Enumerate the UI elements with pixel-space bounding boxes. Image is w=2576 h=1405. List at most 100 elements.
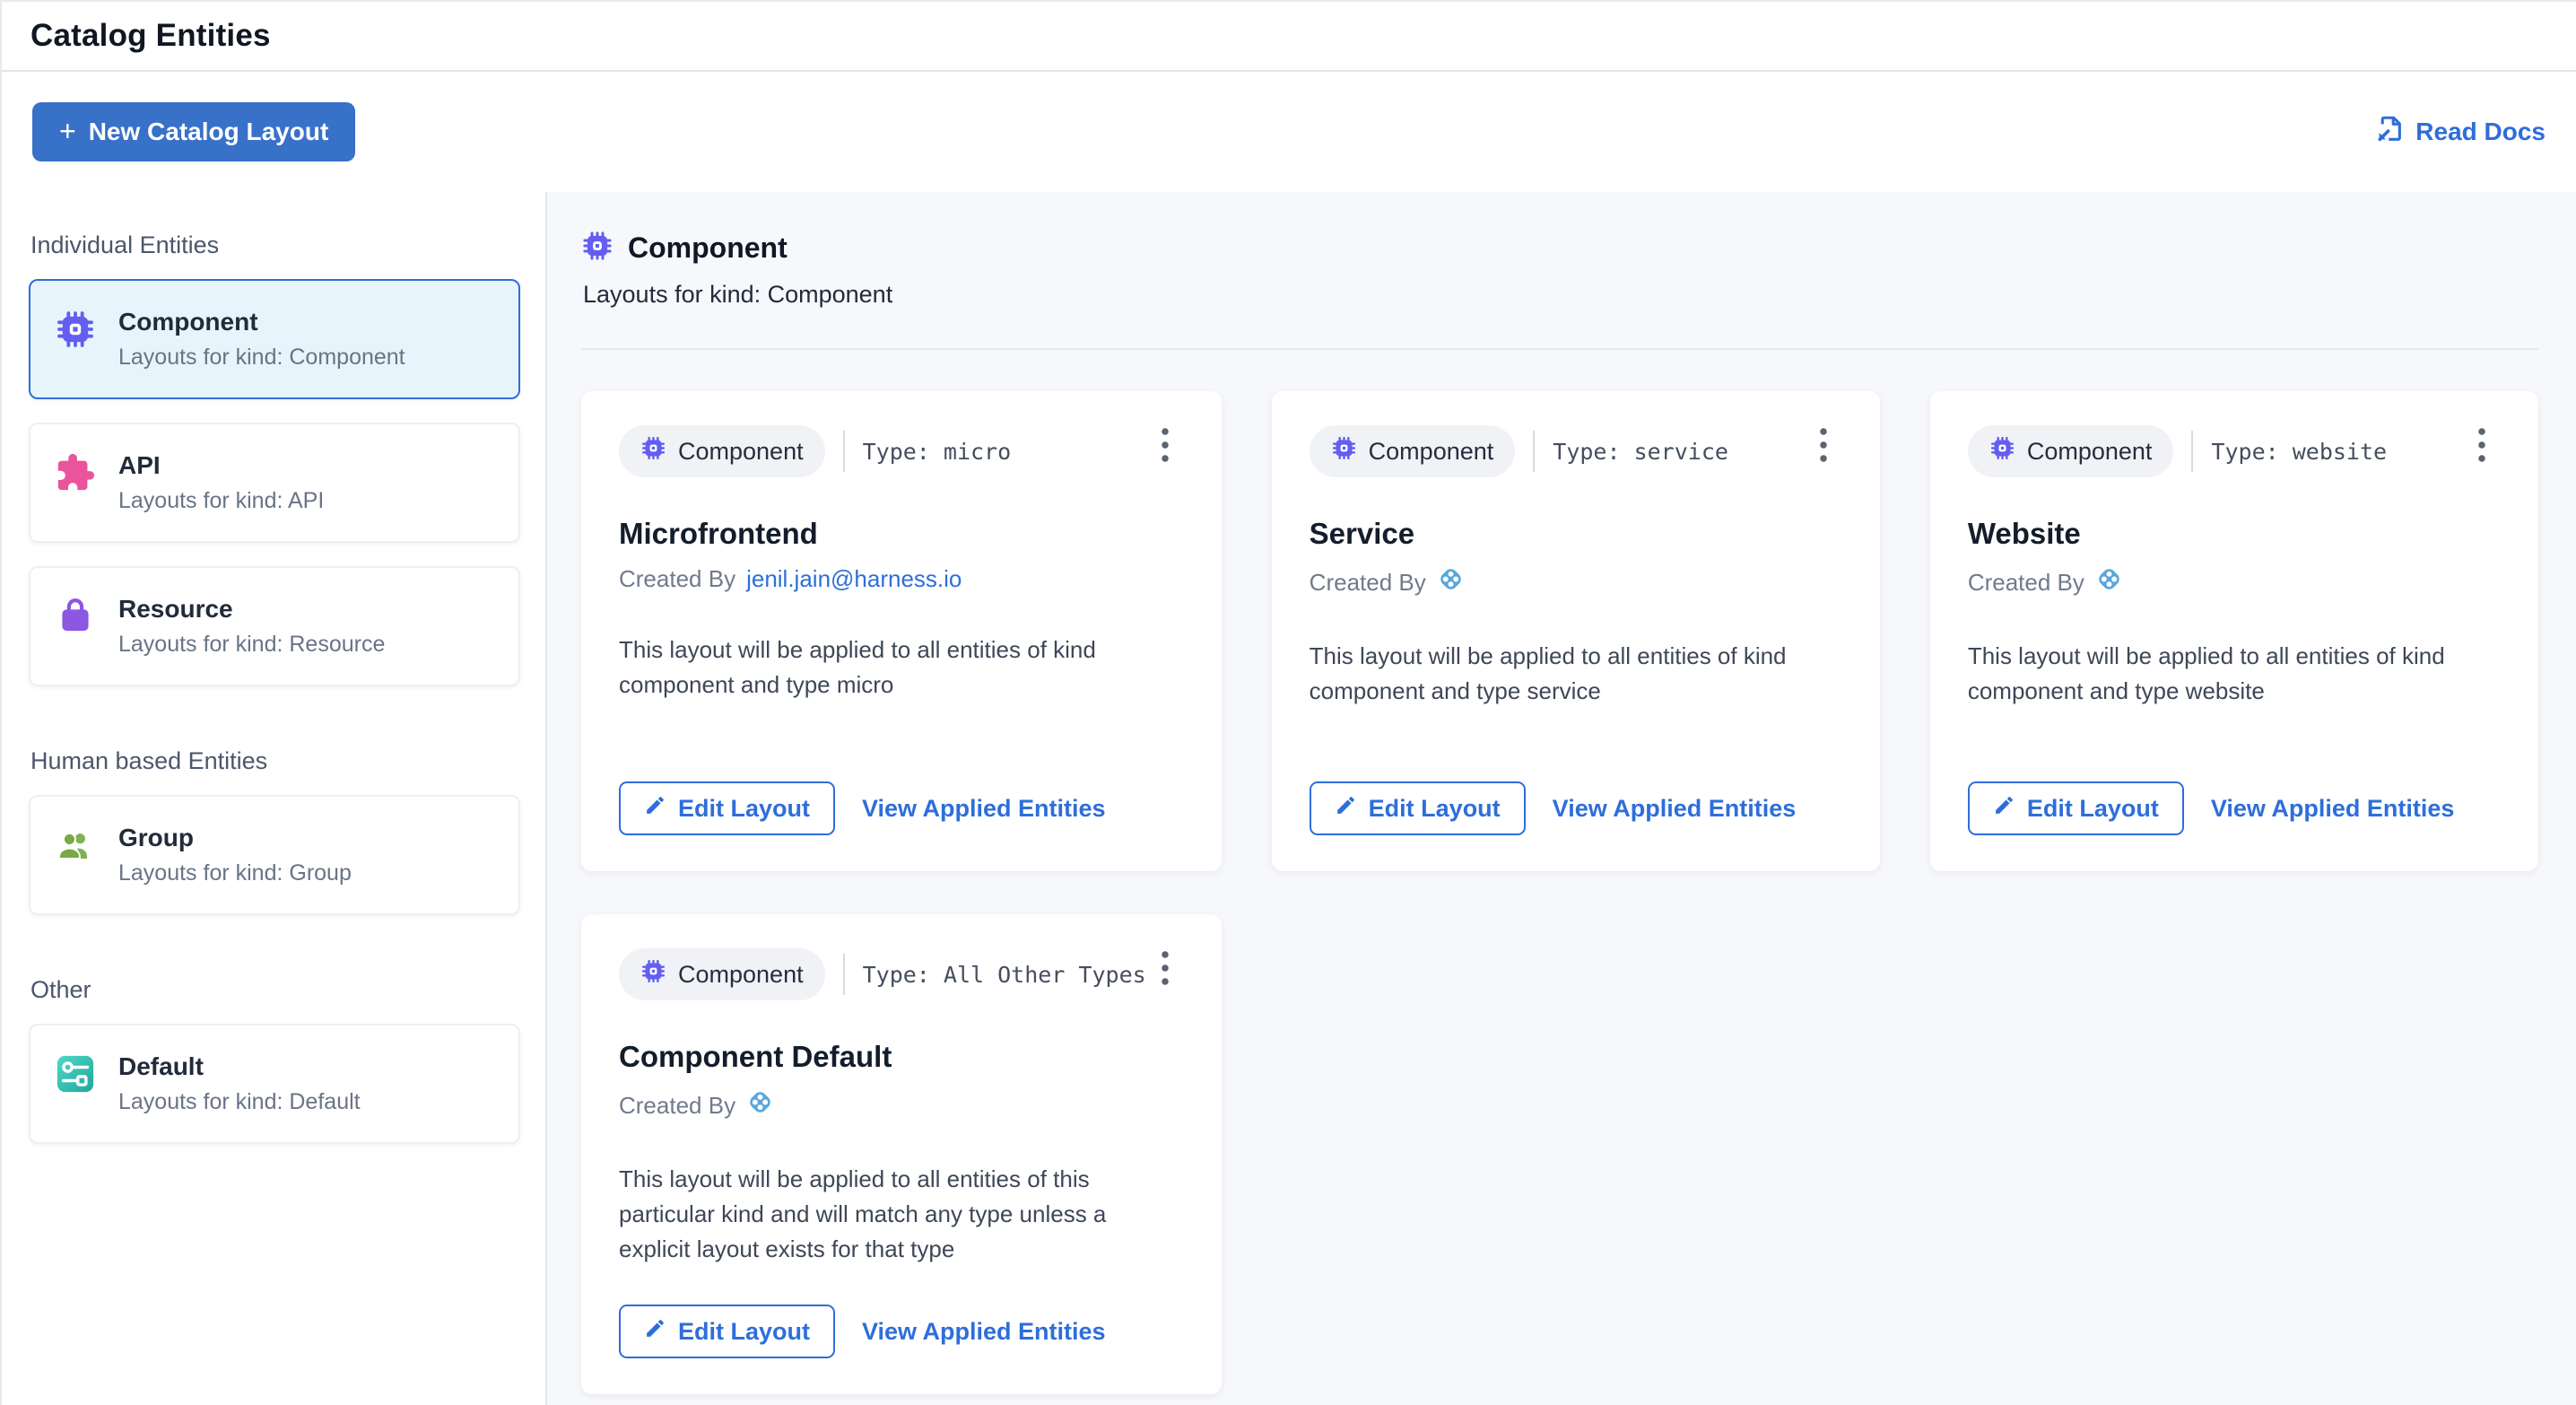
component-chip-icon <box>54 308 97 351</box>
sidebar-item-subtitle: Layouts for kind: Component <box>118 345 405 371</box>
resource-bag-icon <box>54 595 97 638</box>
edit-layout-label: Edit Layout <box>1369 795 1501 823</box>
view-applied-entities-link[interactable]: View Applied Entities <box>862 795 1106 823</box>
created-by-label: Created By <box>1310 569 1426 597</box>
component-chip-icon <box>1989 435 2015 467</box>
layout-card-website: ComponentType: websiteWebsiteCreated ByT… <box>1930 391 2538 871</box>
created-by-row: Created By <box>619 1088 1184 1122</box>
card-menu-button[interactable] <box>1146 422 1184 471</box>
view-applied-entities-link[interactable]: View Applied Entities <box>2211 795 2455 823</box>
api-puzzle-icon <box>54 451 97 494</box>
sidebar-item-api[interactable]: API Layouts for kind: API <box>29 423 520 543</box>
sidebar-item-subtitle: Layouts for kind: Resource <box>118 632 385 658</box>
divider <box>843 954 845 995</box>
sidebar-item-component[interactable]: Component Layouts for kind: Component <box>29 279 520 399</box>
toolbar: + New Catalog Layout Read Docs <box>2 72 2576 192</box>
sidebar: Individual Entities Component Layouts for … <box>2 192 547 1405</box>
kind-badge-label: Component <box>678 961 804 989</box>
kebab-menu-icon <box>2468 452 2495 466</box>
card-footer: Edit Layout View Applied Entities <box>619 1278 1184 1358</box>
kind-badge-label: Component <box>1369 438 1494 466</box>
card-description: This layout will be applied to all entit… <box>1968 639 2501 709</box>
main-heading: Component <box>628 231 788 265</box>
card-description: This layout will be applied to all entit… <box>1310 639 1842 709</box>
sidebar-section-label-individual-entities: Individual Entities <box>30 231 520 259</box>
created-by-label: Created By <box>619 1092 735 1120</box>
app-window: Catalog Entities + New Catalog Layout Re… <box>0 0 2576 1405</box>
card-menu-button[interactable] <box>1146 945 1184 994</box>
page-title: Catalog Entities <box>30 18 271 54</box>
sidebar-item-title: Default <box>118 1052 361 1081</box>
kebab-menu-icon <box>1810 452 1837 466</box>
card-top-row: Component Type: micro <box>619 425 1184 477</box>
card-footer: Edit Layout View Applied Entities <box>1310 755 1842 835</box>
component-chip-icon <box>640 958 666 990</box>
sidebar-section-label-human-based-entities: Human based Entities <box>30 747 520 775</box>
sidebar-item-subtitle: Layouts for kind: API <box>118 488 324 514</box>
main-panel: Component Layouts for kind: Component Co… <box>547 192 2576 1405</box>
default-sliders-icon <box>54 1052 97 1095</box>
layout-card-service: ComponentType: serviceServiceCreated ByT… <box>1272 391 1880 871</box>
kind-badge-label: Component <box>678 438 804 466</box>
sidebar-item-group[interactable]: GroupLayouts for kind: Group <box>29 795 520 915</box>
type-label: Type: All Other Types <box>863 962 1146 988</box>
sidebar-item-resource[interactable]: Resource Layouts for kind: Resource <box>29 566 520 686</box>
pencil-icon <box>644 1317 666 1346</box>
sidebar-section-label-other: Other <box>30 976 520 1004</box>
card-description: This layout will be applied to all entit… <box>619 633 1184 702</box>
harness-logo-icon <box>1437 565 1465 599</box>
read-docs-label: Read Docs <box>2415 118 2546 146</box>
kind-badge-label: Component <box>2027 438 2153 466</box>
card-menu-button[interactable] <box>1805 422 1842 471</box>
sidebar-item-default[interactable]: Default Layouts for kind: Default <box>29 1024 520 1144</box>
component-chip-icon <box>640 435 666 467</box>
kind-badge: Component <box>619 948 825 1000</box>
edit-layout-button[interactable]: Edit Layout <box>1968 781 2184 835</box>
card-title: Website <box>1968 517 2501 551</box>
card-menu-button[interactable] <box>2463 422 2501 471</box>
sidebar-item-title: Component <box>118 308 405 336</box>
sidebar-item-text: Component Layouts for kind: Component <box>118 308 405 371</box>
sidebar-item-title: Resource <box>118 595 385 624</box>
edit-layout-label: Edit Layout <box>2027 795 2159 823</box>
card-description: This layout will be applied to all entit… <box>619 1162 1184 1267</box>
harness-logo-icon <box>746 1088 774 1122</box>
kind-badge: Component <box>619 425 825 477</box>
card-footer: Edit Layout View Applied Entities <box>619 755 1184 835</box>
created-by-row: Created Byjenil.jain@harness.io <box>619 565 1184 593</box>
page-header: Catalog Entities <box>2 2 2576 72</box>
divider <box>2191 431 2193 472</box>
type-label: Type: micro <box>863 439 1012 465</box>
sidebar-item-text: Default Layouts for kind: Default <box>118 1052 361 1115</box>
card-title: Service <box>1310 517 1842 551</box>
view-applied-entities-link[interactable]: View Applied Entities <box>862 1318 1106 1346</box>
harness-logo-icon <box>2095 565 2123 599</box>
edit-layout-button[interactable]: Edit Layout <box>1310 781 1526 835</box>
doc-external-icon <box>2374 114 2405 151</box>
edit-layout-button[interactable]: Edit Layout <box>619 781 835 835</box>
component-chip-icon <box>1331 435 1357 467</box>
created-by-row: Created By <box>1968 565 2501 599</box>
layout-cards-grid: Component Type: micro Microfrontend Created… <box>581 391 2538 1394</box>
created-by-link[interactable]: jenil.jain@harness.io <box>746 565 962 593</box>
new-catalog-layout-button[interactable]: + New Catalog Layout <box>32 102 355 161</box>
sidebar-item-subtitle: Layouts for kind: Default <box>118 1089 361 1115</box>
layout-card-microfrontend: Component Type: micro Microfrontend Created… <box>581 391 1222 871</box>
section-gap <box>29 710 520 733</box>
pencil-icon <box>644 794 666 823</box>
sidebar-item-text: API Layouts for kind: API <box>118 451 324 514</box>
read-docs-link[interactable]: Read Docs <box>2374 114 2546 151</box>
layout-card-component-default: Component Type: All Other TypesComponent … <box>581 914 1222 1394</box>
sidebar-item-title: Group <box>118 824 352 852</box>
edit-layout-button[interactable]: Edit Layout <box>619 1305 835 1358</box>
sidebar-item-title: API <box>118 451 324 480</box>
view-applied-entities-link[interactable]: View Applied Entities <box>1553 795 1797 823</box>
card-title: Microfrontend <box>619 517 1184 551</box>
component-chip-icon <box>581 230 614 266</box>
divider <box>843 431 845 472</box>
divider <box>581 348 2538 350</box>
section-gap <box>29 938 520 962</box>
edit-layout-label: Edit Layout <box>678 1318 810 1346</box>
main-subheading: Layouts for kind: Component <box>583 281 2538 309</box>
card-top-row: Component Type: All Other Types <box>619 948 1184 1000</box>
